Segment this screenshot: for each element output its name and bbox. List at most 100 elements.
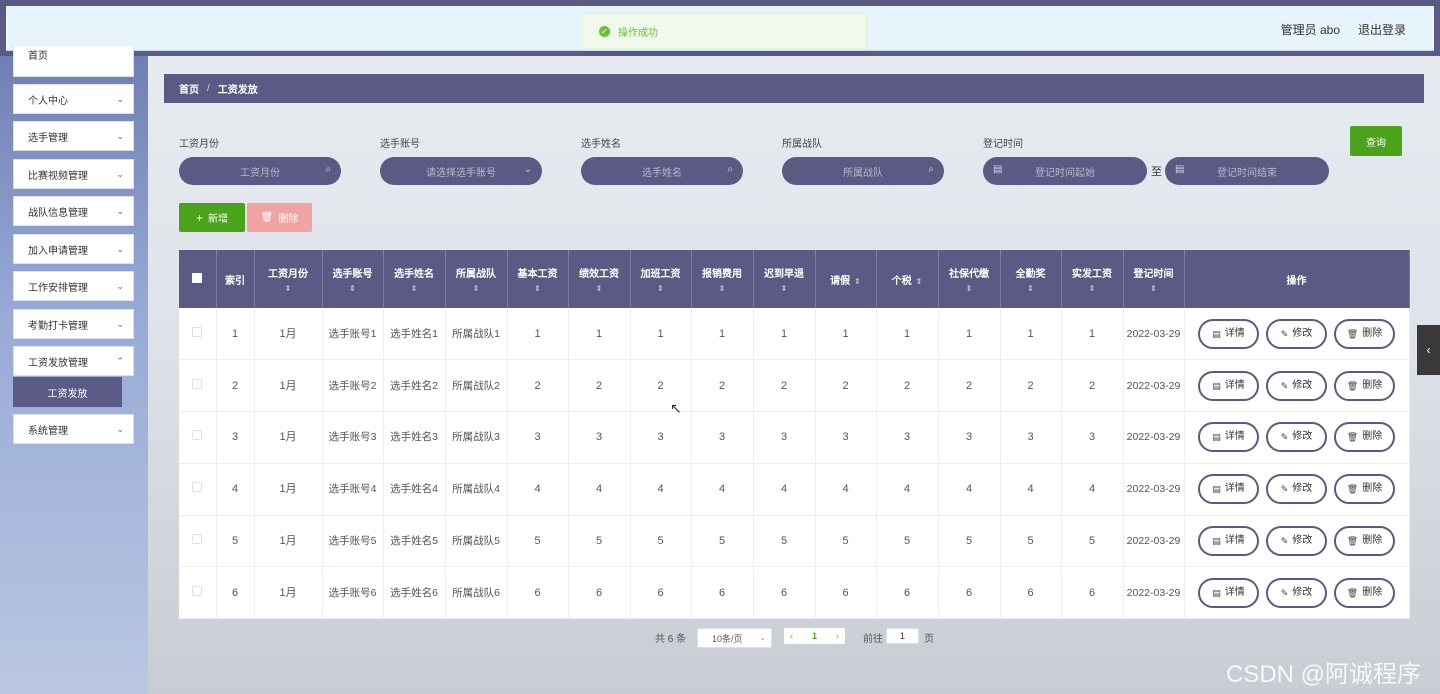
table-row: 2 1月 选手账号2 选手姓名2 所属战队2 2 2 2 2 2 2 2 2 2 2 2022-03-29 ▤ 详… bbox=[179, 359, 1410, 413]
col-leave[interactable]: 请假 ⇕ bbox=[815, 250, 877, 308]
sidebar-item-label: 考勤打卡管理 bbox=[28, 320, 88, 332]
sort-icon[interactable]: ⇕ bbox=[255, 284, 322, 293]
col-tax[interactable]: 个税 ⇕ bbox=[876, 250, 939, 308]
col-actual[interactable]: 实发工资 ⇕ bbox=[1061, 250, 1124, 308]
sidebar-item-player-management[interactable]: 选手管理 ⌄ bbox=[13, 121, 134, 151]
sidebar-item-work-schedule[interactable]: 工作安排管理 ⌄ bbox=[13, 271, 134, 301]
delete-button[interactable]: 🗑 删除 bbox=[1334, 577, 1395, 608]
sort-icon[interactable]: ⇕ bbox=[569, 284, 630, 293]
edit-button[interactable]: ✎ 修改 bbox=[1266, 422, 1327, 453]
side-collapse-tab[interactable]: ‹ bbox=[1417, 325, 1440, 375]
detail-button[interactable]: ▤ 详情 bbox=[1198, 370, 1259, 401]
table-body: 1 1月 选手账号1 选手姓名1 所属战队1 1 1 1 1 1 1 1 1 1 1 2022-03-29 ▤ 详… bbox=[179, 308, 1410, 620]
row-checkbox[interactable] bbox=[192, 585, 203, 596]
select-all-checkbox[interactable] bbox=[179, 250, 217, 308]
edit-button[interactable]: ✎ 修改 bbox=[1266, 318, 1327, 349]
filter-team-input[interactable]: 所属战队 ⌕ bbox=[782, 157, 944, 185]
sort-icon[interactable]: ⇕ bbox=[916, 277, 923, 286]
sidebar-item-attendance[interactable]: 考勤打卡管理 ⌄ bbox=[13, 309, 134, 339]
detail-button[interactable]: ▤ 详情 bbox=[1198, 474, 1259, 505]
edit-button[interactable]: ✎ 修改 bbox=[1266, 370, 1327, 401]
goto-label: 前往 bbox=[863, 634, 883, 645]
breadcrumb-home[interactable]: 首页 bbox=[179, 81, 199, 96]
col-label: 工资月份 bbox=[268, 269, 308, 280]
delete-button[interactable]: 🗑 删除 bbox=[1334, 422, 1395, 453]
sidebar-item-system-management[interactable]: 系统管理 ⌄ bbox=[13, 414, 134, 444]
edit-button[interactable]: ✎ 修改 bbox=[1266, 577, 1327, 608]
sidebar-item-personal-center[interactable]: 个人中心 ⌄ bbox=[13, 84, 134, 114]
filter-name-input[interactable]: 选手姓名 ⌕ bbox=[581, 157, 743, 185]
plus-icon: + bbox=[195, 210, 203, 225]
filter-time-end[interactable]: ▤ 登记时间结束 bbox=[1165, 157, 1329, 185]
delete-button[interactable]: 🗑 删除 bbox=[1334, 474, 1395, 505]
sort-icon[interactable]: ⇕ bbox=[692, 284, 753, 293]
sort-icon[interactable]: ⇕ bbox=[754, 284, 815, 293]
trash-icon: 🗑 bbox=[1346, 484, 1359, 495]
logout-link[interactable]: 退出登录 bbox=[1358, 21, 1406, 38]
detail-button[interactable]: ▤ 详情 bbox=[1198, 577, 1259, 608]
col-month[interactable]: 工资月份 ⇕ bbox=[254, 250, 323, 308]
cell-tax: 6 bbox=[876, 566, 939, 620]
chevron-down-icon: ⌄ bbox=[116, 244, 124, 254]
delete-button[interactable]: 🗑 删除 bbox=[1334, 526, 1395, 557]
sort-icon[interactable]: ⇕ bbox=[508, 284, 568, 293]
sort-icon[interactable]: ⇕ bbox=[854, 277, 861, 286]
sidebar-item-salary-management[interactable]: 工资发放管理 ⌃ bbox=[13, 346, 134, 376]
col-account[interactable]: 选手账号 ⇕ bbox=[322, 250, 384, 308]
sidebar-item-label: 战队信息管理 bbox=[28, 207, 88, 219]
cell-perf: 6 bbox=[568, 566, 631, 620]
query-button[interactable]: 查询 bbox=[1350, 126, 1402, 156]
col-social[interactable]: 社保代缴 ⇕ bbox=[938, 250, 1001, 308]
detail-button[interactable]: ▤ 详情 bbox=[1198, 526, 1259, 557]
sort-icon[interactable]: ⇕ bbox=[446, 284, 507, 293]
filter-account-select[interactable]: 请选择选手账号 ⌄ bbox=[380, 157, 542, 185]
col-attend[interactable]: 全勤奖 ⇕ bbox=[1000, 250, 1062, 308]
col-time[interactable]: 登记时间 ⇕ bbox=[1123, 250, 1185, 308]
filter-month-input[interactable]: 工资月份 ⌕ bbox=[179, 157, 341, 185]
edit-button[interactable]: ✎ 修改 bbox=[1266, 526, 1327, 557]
goto-page-input[interactable]: 1 bbox=[886, 628, 919, 644]
sidebar-item-join-requests[interactable]: 加入申请管理 ⌄ bbox=[13, 234, 134, 264]
batch-delete-button[interactable]: 🗑 删除 bbox=[247, 203, 312, 232]
sort-icon[interactable]: ⇕ bbox=[1001, 284, 1061, 293]
sidebar-item-video-management[interactable]: 比赛视频管理 ⌄ bbox=[13, 159, 134, 189]
row-checkbox[interactable] bbox=[192, 378, 203, 389]
detail-button[interactable]: ▤ 详情 bbox=[1198, 318, 1259, 349]
edit-icon: ✎ bbox=[1280, 536, 1289, 547]
delete-button[interactable]: 🗑 删除 bbox=[1334, 318, 1395, 349]
sort-icon[interactable]: ⇕ bbox=[1062, 284, 1123, 293]
row-checkbox[interactable] bbox=[192, 326, 203, 337]
add-button[interactable]: + 新增 bbox=[179, 203, 245, 232]
row-checkbox[interactable] bbox=[192, 482, 203, 493]
sort-icon[interactable]: ⇕ bbox=[631, 284, 691, 293]
cell-time: 2022-03-29 bbox=[1123, 463, 1185, 516]
current-page[interactable]: 1 bbox=[812, 631, 817, 641]
row-checkbox[interactable] bbox=[192, 430, 203, 441]
col-late[interactable]: 迟到早退 ⇕ bbox=[753, 250, 816, 308]
col-overtime[interactable]: 加班工资 ⇕ bbox=[630, 250, 692, 308]
sort-icon[interactable]: ⇕ bbox=[1124, 284, 1184, 293]
cell-leave: 1 bbox=[815, 308, 877, 361]
cell-account: 选手账号1 bbox=[322, 308, 384, 361]
col-reimb[interactable]: 报销费用 ⇕ bbox=[691, 250, 754, 308]
edit-icon: ✎ bbox=[1280, 432, 1289, 443]
delete-button[interactable]: 🗑 删除 bbox=[1334, 370, 1395, 401]
detail-button[interactable]: ▤ 详情 bbox=[1198, 422, 1259, 453]
col-name[interactable]: 选手姓名 ⇕ bbox=[383, 250, 446, 308]
next-page-icon[interactable]: › bbox=[836, 631, 839, 642]
col-perf[interactable]: 绩效工资 ⇕ bbox=[568, 250, 631, 308]
row-checkbox[interactable] bbox=[192, 534, 203, 545]
sort-icon[interactable]: ⇕ bbox=[384, 284, 445, 293]
sidebar-item-home[interactable]: 首页 bbox=[13, 46, 134, 77]
filter-time-start[interactable]: ▤ 登记时间起始 bbox=[983, 157, 1147, 185]
sidebar-item-team-info[interactable]: 战队信息管理 ⌄ bbox=[13, 196, 134, 226]
sort-icon[interactable]: ⇕ bbox=[939, 284, 1000, 293]
page-size-select[interactable]: 10条/页 ⌄ bbox=[697, 628, 772, 648]
sidebar-subitem-salary-payment[interactable]: 工资发放 bbox=[13, 377, 122, 407]
col-team[interactable]: 所属战队 ⇕ bbox=[445, 250, 508, 308]
prev-page-icon[interactable]: ‹ bbox=[790, 631, 793, 642]
sort-icon[interactable]: ⇕ bbox=[323, 284, 383, 293]
row-checkbox-cell bbox=[179, 308, 217, 361]
col-base[interactable]: 基本工资 ⇕ bbox=[507, 250, 569, 308]
edit-button[interactable]: ✎ 修改 bbox=[1266, 474, 1327, 505]
